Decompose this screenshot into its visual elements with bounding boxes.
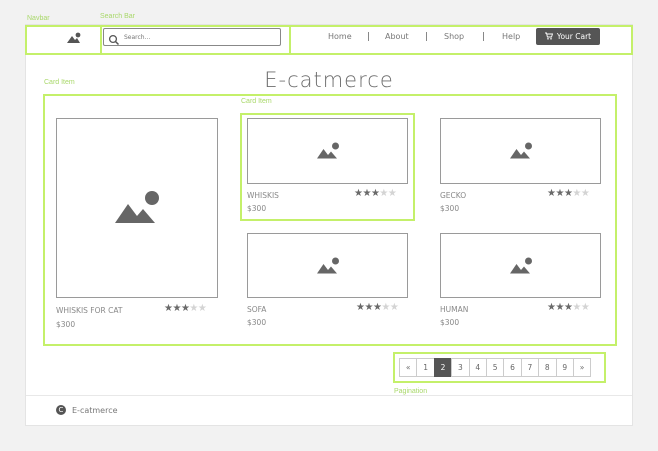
product-image[interactable] (56, 118, 218, 298)
star-empty-icon: ★ (381, 302, 390, 313)
star-filled-icon: ★ (364, 302, 373, 313)
nav-link-home[interactable]: Home (328, 32, 352, 41)
star-empty-icon: ★ (572, 302, 581, 313)
product-price: $300 (440, 204, 460, 213)
product-price: $300 (56, 320, 76, 329)
pagination-page-button-active[interactable]: 2 (433, 358, 453, 377)
star-empty-icon: ★ (580, 188, 590, 199)
pagination-page-button[interactable]: 8 (538, 358, 557, 377)
footer-divider (26, 395, 632, 396)
product-price: $300 (247, 318, 267, 327)
star-filled-icon: ★ (362, 188, 371, 199)
pagination-page-button[interactable]: 5 (485, 358, 505, 377)
annotation-search-bar-label: Search Bar (100, 13, 136, 20)
nav-link-help[interactable]: Help (502, 32, 520, 41)
rating-stars: ★★★★★ (547, 188, 590, 199)
cart-icon (544, 32, 553, 42)
image-placeholder-icon (509, 142, 532, 159)
nav-divider (483, 32, 484, 41)
pagination-page-button[interactable]: 9 (555, 358, 574, 377)
annotation-navbar-label: Navbar (27, 15, 50, 22)
search-bar[interactable] (103, 28, 281, 46)
pagination-page-button[interactable]: 6 (503, 358, 522, 377)
star-empty-icon: ★ (387, 188, 397, 199)
star-empty-icon: ★ (389, 302, 399, 313)
star-filled-icon: ★ (555, 188, 564, 199)
pagination-page-button[interactable]: 7 (520, 358, 540, 377)
pagination-page-button[interactable]: 3 (451, 358, 470, 377)
search-icon (108, 31, 120, 46)
star-filled-icon: ★ (555, 302, 564, 313)
pagination-prev-button[interactable]: « (399, 358, 418, 377)
image-placeholder-icon (316, 257, 339, 273)
pagination-page-button[interactable]: 1 (416, 358, 435, 377)
annotation-card-item-label: Card Item (241, 98, 272, 105)
image-placeholder-icon (316, 142, 339, 159)
star-filled-icon: ★ (172, 303, 181, 314)
star-empty-icon: ★ (572, 188, 581, 199)
copyright-icon: C (56, 405, 66, 415)
pagination-page-button[interactable]: 4 (468, 358, 487, 377)
footer-brand-text: E-catmerce (72, 405, 118, 415)
pagination-next-button[interactable]: » (572, 358, 592, 377)
product-name[interactable]: WHISKIS (247, 191, 279, 200)
product-name[interactable]: HUMAN (440, 305, 468, 314)
star-empty-icon: ★ (189, 303, 198, 314)
nav-divider (426, 32, 427, 41)
product-name[interactable]: GECKO (440, 191, 466, 200)
product-image[interactable] (247, 233, 408, 298)
image-placeholder-icon (509, 257, 532, 273)
rating-stars: ★★★★★ (164, 303, 207, 314)
product-name[interactable]: SOFA (247, 305, 266, 314)
image-placeholder-icon (115, 191, 159, 223)
product-image[interactable] (247, 118, 408, 184)
cart-label: Your Cart (556, 32, 592, 41)
product-image[interactable] (440, 233, 601, 298)
footer: C E-catmerce (56, 405, 118, 415)
product-price: $300 (247, 204, 267, 213)
nav-link-about[interactable]: About (385, 32, 409, 41)
nav-link-shop[interactable]: Shop (444, 32, 464, 41)
pagination: « 1 2 3 4 5 6 7 8 9 » (399, 358, 592, 377)
product-price: $300 (440, 318, 460, 327)
rating-stars: ★★★★★ (354, 188, 397, 199)
annotation-pagination-label: Pagination (394, 388, 428, 395)
star-empty-icon: ★ (197, 303, 207, 314)
product-name[interactable]: WHISKIS FOR CAT (56, 306, 122, 315)
rating-stars: ★★★★★ (547, 302, 590, 313)
search-input[interactable] (124, 31, 274, 43)
product-image[interactable] (440, 118, 601, 184)
logo-icon[interactable] (66, 30, 82, 44)
nav-divider (368, 32, 369, 41)
rating-stars: ★★★★★ (356, 302, 399, 313)
star-empty-icon: ★ (580, 302, 590, 313)
page-title: E-catmerce (264, 68, 394, 92)
cart-button[interactable]: Your Cart (536, 28, 600, 45)
star-empty-icon: ★ (379, 188, 388, 199)
